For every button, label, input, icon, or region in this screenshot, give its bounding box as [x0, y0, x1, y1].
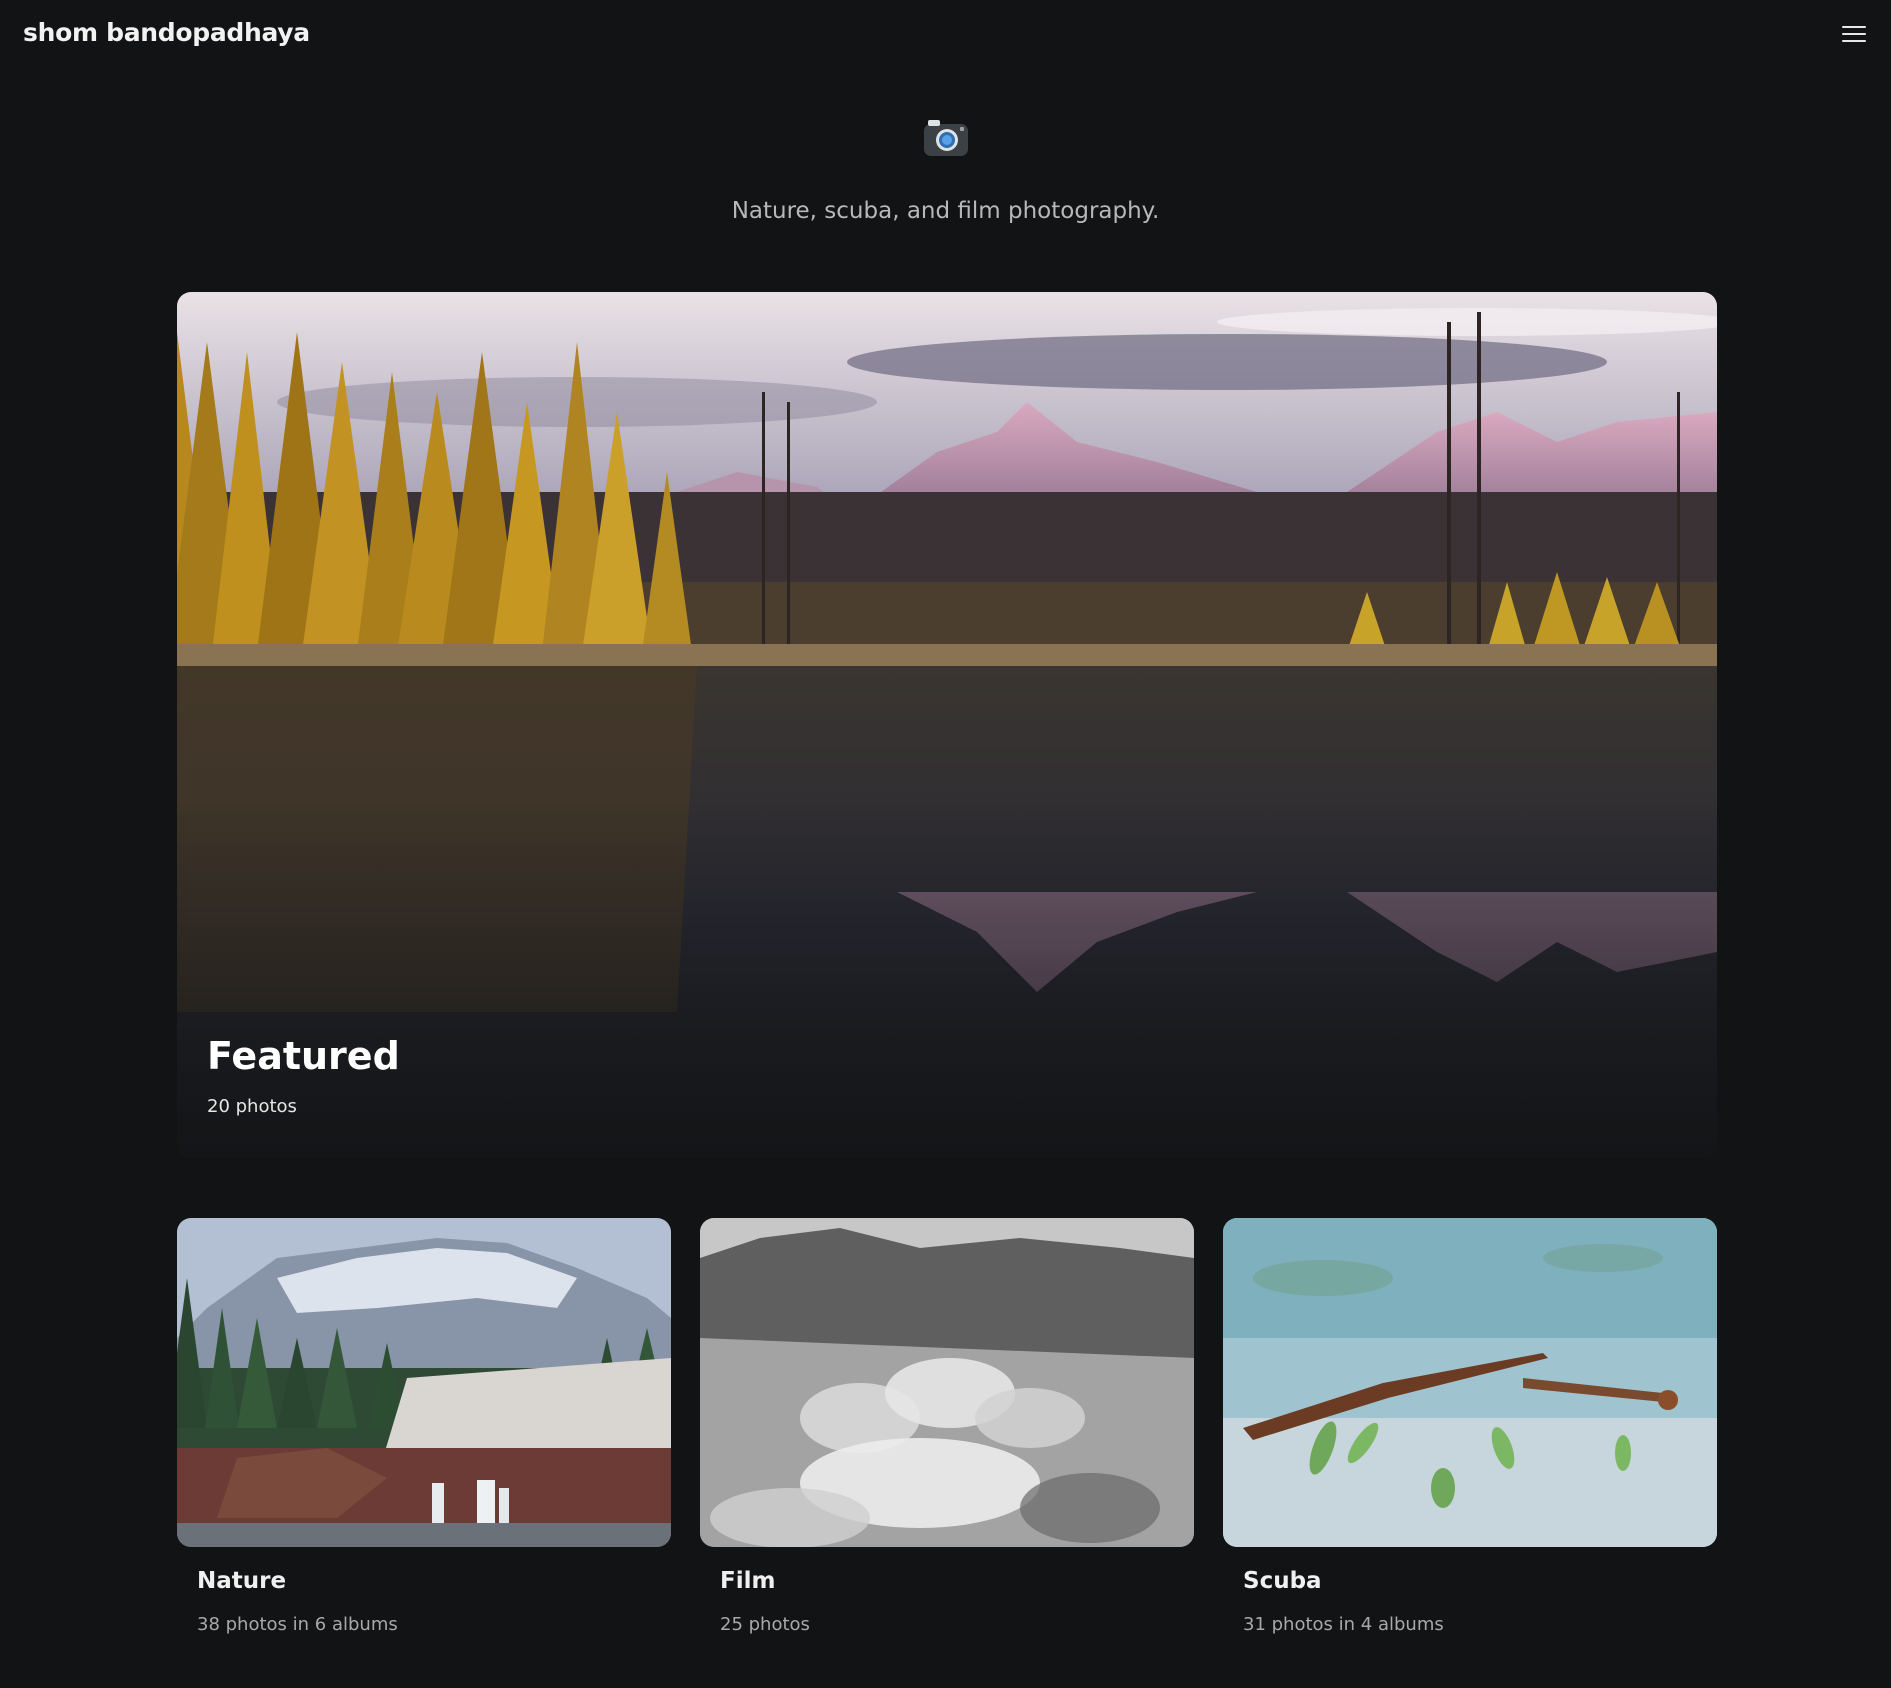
- album-title-film[interactable]: Film: [720, 1568, 775, 1594]
- album-thumbnail-nature[interactable]: [177, 1218, 671, 1547]
- album-thumbnail-scuba[interactable]: [1223, 1218, 1717, 1547]
- album-card-nature[interactable]: Nature 38 photos in 6 albums: [177, 1218, 671, 1635]
- album-thumbnail-film[interactable]: [700, 1218, 1194, 1547]
- album-count-nature: 38 photos in 6 albums: [197, 1614, 398, 1635]
- album-title-scuba[interactable]: Scuba: [1243, 1568, 1322, 1594]
- featured-photo-count: 20 photos: [207, 1096, 297, 1117]
- top-bar: shom bandopadhaya: [0, 0, 1891, 72]
- album-count-scuba: 31 photos in 4 albums: [1243, 1614, 1444, 1635]
- featured-overlay: [177, 798, 1717, 1158]
- camera-icon: [922, 118, 970, 158]
- album-card-scuba[interactable]: Scuba 31 photos in 4 albums: [1223, 1218, 1717, 1635]
- site-tagline: Nature, scuba, and film photography.: [731, 198, 1160, 224]
- album-count-film: 25 photos: [720, 1614, 810, 1635]
- featured-album-card[interactable]: Featured 20 photos: [177, 292, 1717, 1158]
- featured-title: Featured: [207, 1034, 400, 1078]
- album-card-film[interactable]: Film 25 photos: [700, 1218, 1194, 1635]
- album-title-nature[interactable]: Nature: [197, 1568, 286, 1594]
- hamburger-menu-icon: [1842, 26, 1866, 42]
- menu-button[interactable]: [1842, 26, 1866, 46]
- site-title[interactable]: shom bandopadhaya: [23, 18, 310, 47]
